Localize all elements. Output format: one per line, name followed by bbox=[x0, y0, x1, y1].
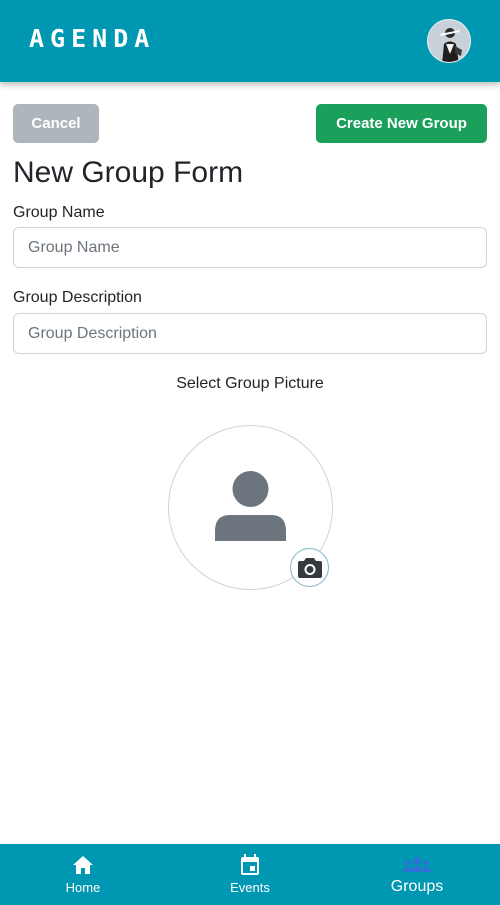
groups-icon bbox=[403, 857, 431, 872]
app-brand-title: AGENDA bbox=[29, 24, 156, 53]
cancel-button[interactable]: Cancel bbox=[13, 104, 99, 143]
page-title: New Group Form bbox=[13, 156, 244, 189]
create-new-group-button[interactable]: Create New Group bbox=[316, 104, 487, 143]
nav-label-events: Events bbox=[230, 880, 270, 895]
camera-button[interactable] bbox=[290, 548, 329, 587]
bottom-navigation: Home Events Groups bbox=[0, 844, 500, 905]
select-picture-caption: Select Group Picture bbox=[176, 375, 324, 392]
nav-item-events[interactable]: Events bbox=[167, 844, 333, 905]
nav-label-home: Home bbox=[65, 880, 101, 895]
calendar-icon bbox=[241, 854, 259, 875]
group-description-input[interactable] bbox=[13, 313, 487, 354]
camera-icon bbox=[297, 557, 322, 578]
app-header: AGENDA bbox=[0, 0, 500, 82]
user-avatar[interactable] bbox=[427, 19, 471, 63]
home-icon bbox=[73, 856, 93, 874]
group-name-label: Group Name bbox=[13, 204, 105, 221]
group-name-input[interactable] bbox=[13, 227, 487, 268]
avatar-photo-icon bbox=[428, 20, 470, 62]
nav-item-home[interactable]: Home bbox=[0, 844, 166, 905]
group-description-label: Group Description bbox=[13, 289, 142, 306]
nav-label-groups: Groups bbox=[390, 878, 444, 895]
nav-item-groups[interactable]: Groups bbox=[334, 844, 500, 905]
